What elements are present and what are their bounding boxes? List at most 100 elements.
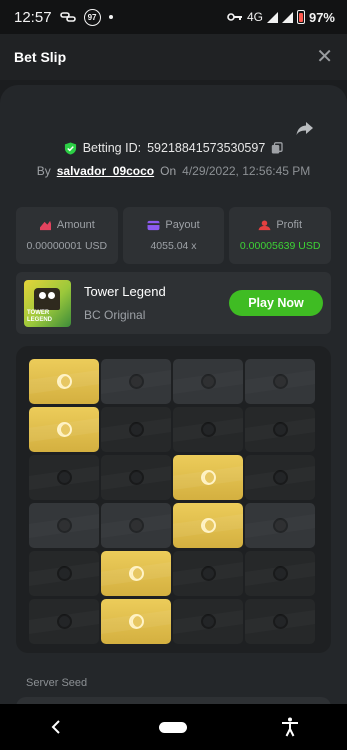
coin-icon [56,374,72,389]
notification-badge: 97 [83,8,101,26]
coin-icon [200,518,216,533]
coin-icon [272,566,288,581]
tile-dark [29,599,99,644]
link-icon [59,12,76,22]
key-icon [227,13,242,21]
tile-dim [173,359,243,404]
tile-dark [245,551,315,596]
shield-check-icon [64,141,76,155]
coin-icon [200,374,216,389]
coin-icon [56,518,72,533]
stat-amount-label: Amount [56,219,95,231]
accessibility-icon[interactable] [279,716,301,738]
network-label: 4G [246,10,263,24]
coin-icon [200,422,216,437]
tile-dim [101,359,171,404]
coin-icon [200,566,216,581]
status-dot [108,15,113,19]
tile-dark [101,455,171,500]
on-label: On [160,164,177,178]
tile-gold [29,407,99,452]
tower-character-icon [34,287,60,310]
stat-payout-label: Payout [165,219,200,231]
tile-gold [101,551,171,596]
amount-icon [39,220,51,230]
stat-profit-label: Profit [276,219,303,231]
tile-dark [245,407,315,452]
share-icon[interactable] [295,118,315,138]
coin-icon [128,470,144,485]
tile-dark [245,599,315,644]
profit-icon [258,219,271,230]
username-link[interactable]: salvador_09coco [57,164,154,178]
coin-icon [56,422,72,437]
tile-dim [101,503,171,548]
status-time: 12:57 [14,8,52,26]
coin-icon [272,518,288,533]
stat-profit-value: 0.00005639 USD [239,240,321,252]
game-name: Tower Legend [84,284,166,299]
betting-id-label: Betting ID: [82,141,142,155]
page-title: Bet Slip [14,49,67,65]
server-seed-label: Server Seed [26,677,88,689]
payout-icon [147,220,160,230]
coin-icon [128,518,144,533]
coin-icon [272,422,288,437]
coin-icon [128,614,144,629]
bet-byline: By salvador_09coco On 4/29/2022, 12:56:4… [0,164,347,178]
stat-profit: Profit 0.00005639 USD [229,207,332,264]
copy-icon[interactable] [271,142,283,154]
stat-payout: Payout 4055.04 x [122,207,225,264]
by-label: By [36,164,51,178]
play-now-button[interactable]: Play Now [229,290,323,316]
betting-id-row: Betting ID: 59218841573530597 [0,141,347,155]
coin-icon [56,470,72,485]
server-seed-box [16,697,331,704]
close-icon[interactable]: ✕ [316,47,333,67]
signal-icon-2 [281,11,293,23]
battery-level: 97% [308,9,335,25]
bet-slip-content: Betting ID: 59218841573530597 By salvado… [0,80,347,704]
coin-icon [272,470,288,485]
tile-dark [245,455,315,500]
tile-dim [245,359,315,404]
bet-datetime: 4/29/2022, 12:56:45 PM [182,164,311,178]
coin-icon [56,614,72,629]
game-provider: BC Original [84,308,146,322]
bet-detail-card: Betting ID: 59218841573530597 By salvado… [0,85,347,704]
tile-grid [29,359,318,644]
tile-dark [29,551,99,596]
bet-slip-header: Bet Slip ✕ [0,34,347,80]
back-icon[interactable] [46,716,68,738]
tower-board [16,346,331,653]
coin-icon [128,422,144,437]
tile-dark [173,407,243,452]
coin-icon [200,614,216,629]
home-button[interactable] [159,721,188,733]
tile-dark [173,599,243,644]
game-thumbnail[interactable]: TOWER LEGEND [24,279,71,327]
tile-gold [173,455,243,500]
tile-gold [101,599,171,644]
tile-dim [245,503,315,548]
coin-icon [272,614,288,629]
coin-icon [128,374,144,389]
tile-dark [173,551,243,596]
stat-amount: Amount 0.00000001 USD [16,207,118,264]
game-card: TOWER LEGEND Tower Legend BC Original Pl… [16,272,331,334]
tile-gold [29,359,99,404]
tile-dim [29,503,99,548]
bet-stats: Amount 0.00000001 USD Payout 4055.04 x P… [16,207,332,264]
betting-id-value: 59218841573530597 [147,141,266,155]
stat-payout-value: 4055.04 x [150,240,197,252]
android-nav-bar [0,704,347,750]
coin-icon [128,566,144,581]
coin-icon [56,566,72,581]
battery-icon [296,10,305,24]
thumbnail-text: TOWER LEGEND [27,309,53,323]
stat-amount-value: 0.00000001 USD [26,240,108,252]
coin-icon [272,374,288,389]
tile-dark [29,455,99,500]
status-bar: 12:57 97 4G 97% [0,0,347,34]
tile-gold [173,503,243,548]
